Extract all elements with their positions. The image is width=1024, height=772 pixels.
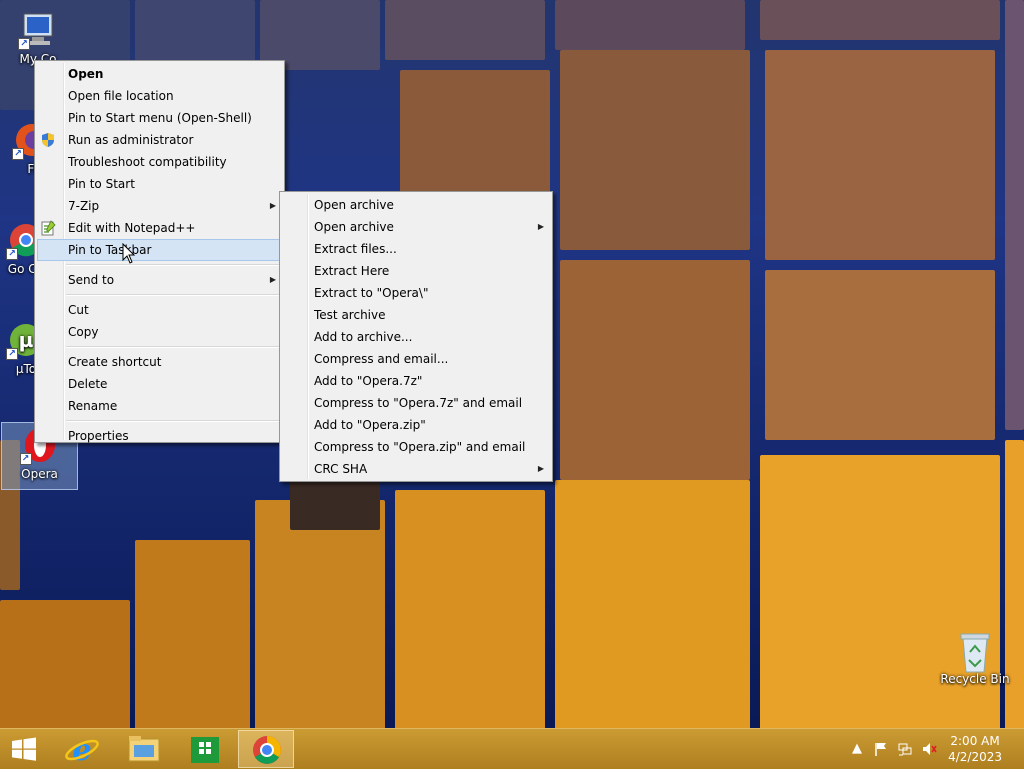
menu-item-add-to-7z[interactable]: Add to "Opera.7z" bbox=[280, 370, 552, 392]
clock-date: 4/2/2023 bbox=[948, 750, 1002, 764]
menu-item-delete[interactable]: Delete bbox=[35, 373, 284, 395]
menu-item-edit-with-notepad-plus-plus[interactable]: Edit with Notepad++ bbox=[35, 217, 284, 239]
menu-item-troubleshoot-compatibility[interactable]: Troubleshoot compatibility bbox=[35, 151, 284, 173]
submenu-arrow-icon: ▶ bbox=[537, 464, 544, 473]
svg-text:µ: µ bbox=[19, 328, 34, 352]
menu-item-properties[interactable]: Properties bbox=[35, 425, 284, 447]
submenu-arrow-icon: ▶ bbox=[269, 201, 276, 210]
menu-item-pin-to-start-menu-open-shell[interactable]: Pin to Start menu (Open-Shell) bbox=[35, 107, 284, 129]
context-menu: Open Open file location Pin to Start men… bbox=[34, 60, 285, 443]
mouse-cursor-icon bbox=[122, 242, 136, 268]
7zip-submenu: Open archive Open archive ▶ Extract file… bbox=[279, 191, 553, 482]
taskbar-chrome[interactable] bbox=[238, 730, 294, 768]
menu-item-label: Send to bbox=[68, 273, 115, 287]
start-button[interactable] bbox=[0, 730, 56, 768]
svg-text:e: e bbox=[72, 733, 91, 768]
internet-explorer-icon: e bbox=[65, 733, 99, 768]
menu-item-extract-to-folder[interactable]: Extract to "Opera\" bbox=[280, 282, 552, 304]
menu-separator bbox=[66, 346, 282, 348]
shield-icon bbox=[40, 132, 56, 148]
menu-item-open-file-location[interactable]: Open file location bbox=[35, 85, 284, 107]
menu-item-compress-and-email[interactable]: Compress and email... bbox=[280, 348, 552, 370]
menu-item-extract-files[interactable]: Extract files... bbox=[280, 238, 552, 260]
taskbar-internet-explorer[interactable]: e bbox=[54, 730, 110, 768]
menu-item-open-archive[interactable]: Open archive bbox=[280, 194, 552, 216]
menu-item-run-as-administrator[interactable]: Run as administrator bbox=[35, 129, 284, 151]
menu-item-label: Run as administrator bbox=[68, 133, 194, 147]
action-center-flag-icon[interactable] bbox=[873, 741, 889, 757]
show-hidden-icons-button[interactable]: ▲ bbox=[849, 741, 865, 757]
menu-item-add-to-archive[interactable]: Add to archive... bbox=[280, 326, 552, 348]
menu-item-rename[interactable]: Rename bbox=[35, 395, 284, 417]
menu-separator bbox=[66, 420, 282, 422]
start-icon bbox=[12, 737, 36, 761]
menu-item-label: Open archive bbox=[314, 220, 394, 234]
clock[interactable]: 2:00 AM 4/2/2023 bbox=[948, 733, 1002, 765]
menu-item-7zip[interactable]: 7-Zip ▶ bbox=[35, 195, 284, 217]
taskbar-store[interactable] bbox=[177, 730, 233, 768]
menu-item-crc-sha[interactable]: CRC SHA ▶ bbox=[280, 458, 552, 480]
chevron-up-icon: ▲ bbox=[852, 741, 862, 756]
desktop-icon-label: Recycle Bin bbox=[940, 672, 1010, 686]
menu-item-compress-to-7z-and-email[interactable]: Compress to "Opera.7z" and email bbox=[280, 392, 552, 414]
menu-item-create-shortcut[interactable]: Create shortcut bbox=[35, 351, 284, 373]
menu-item-pin-to-taskbar[interactable]: Pin to Taskbar bbox=[37, 239, 282, 261]
recycle-bin-icon bbox=[955, 630, 995, 673]
menu-item-label: Edit with Notepad++ bbox=[68, 221, 196, 235]
volume-muted-icon[interactable] bbox=[921, 741, 937, 757]
menu-item-label: 7-Zip bbox=[68, 199, 100, 213]
menu-item-pin-to-start[interactable]: Pin to Start bbox=[35, 173, 284, 195]
network-icon[interactable] bbox=[897, 741, 913, 757]
menu-item-open-archive-submenu[interactable]: Open archive ▶ bbox=[280, 216, 552, 238]
menu-item-add-to-zip[interactable]: Add to "Opera.zip" bbox=[280, 414, 552, 436]
store-icon bbox=[191, 737, 219, 763]
file-explorer-icon bbox=[128, 736, 160, 762]
menu-item-extract-here[interactable]: Extract Here bbox=[280, 260, 552, 282]
submenu-arrow-icon: ▶ bbox=[537, 222, 544, 231]
menu-item-cut[interactable]: Cut bbox=[35, 299, 284, 321]
taskbar: e ▲ 2:00 AM 4/2/2023 bbox=[0, 728, 1024, 769]
desktop-icon-recycle-bin[interactable]: Recycle Bin bbox=[937, 628, 1013, 686]
desktop-icon-my-computer[interactable]: ↗ My Co bbox=[0, 8, 76, 66]
menu-item-label: CRC SHA bbox=[314, 462, 368, 476]
menu-separator bbox=[66, 264, 282, 266]
menu-item-open[interactable]: Open bbox=[35, 63, 284, 85]
desktop-icon-label: Opera bbox=[21, 467, 58, 481]
chrome-icon bbox=[253, 736, 281, 764]
clock-time: 2:00 AM bbox=[950, 734, 1000, 748]
menu-item-copy[interactable]: Copy bbox=[35, 321, 284, 343]
submenu-arrow-icon: ▶ bbox=[269, 275, 276, 284]
computer-icon: ↗ bbox=[18, 10, 58, 50]
menu-separator bbox=[66, 294, 282, 296]
menu-item-test-archive[interactable]: Test archive bbox=[280, 304, 552, 326]
menu-item-send-to[interactable]: Send to ▶ bbox=[35, 269, 284, 291]
notepad-plus-plus-icon bbox=[40, 220, 56, 236]
menu-item-compress-to-zip-and-email[interactable]: Compress to "Opera.zip" and email bbox=[280, 436, 552, 458]
taskbar-file-explorer[interactable] bbox=[116, 730, 172, 768]
